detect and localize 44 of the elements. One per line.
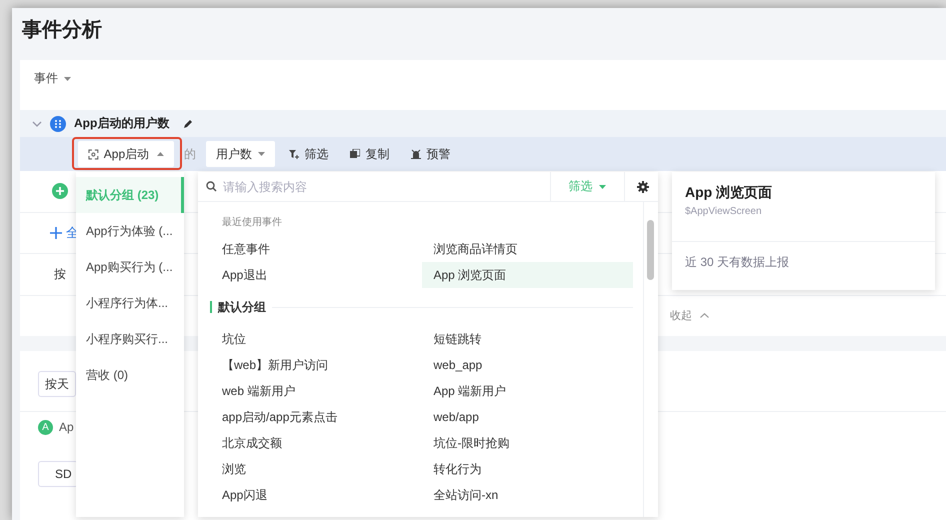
group-by-label: 按 [54,266,66,283]
filter-button[interactable]: 筛选 [281,142,336,166]
tooltip-title: App 浏览页面 [685,184,774,202]
event-item[interactable]: 坑位 [210,326,422,352]
event-item[interactable]: web_app [422,352,633,378]
group-item[interactable]: 小程序行为体... [76,285,184,321]
group-item[interactable]: App购买行为 (... [76,249,184,285]
event-item[interactable]: 浏览 [210,456,422,482]
event-item[interactable]: 【web】新用户访问 [210,352,422,378]
aggregate-dropdown[interactable]: 用户数 [206,141,276,167]
event-item[interactable]: 任意事件 [210,236,422,262]
event-id: $AppViewScreen [685,206,763,217]
event-item[interactable]: 转化行为 [422,456,633,482]
event-item[interactable]: 浏览商品详情页 [422,236,633,262]
event-item[interactable]: app启动/app元素点击 [210,404,422,430]
sdk-button[interactable]: SD [38,461,78,487]
series-badge: A [38,420,53,434]
event-dropdown-button[interactable]: App启动 [78,141,174,167]
section-title: 默认分组 [218,298,266,316]
connector-text: 的 [184,146,196,162]
event-selector[interactable]: 事件 [34,70,72,87]
group-item[interactable]: 营收 (0) [76,357,184,393]
section-label: 最近使用事件 [222,216,283,230]
event-item[interactable]: 短链跳转 [422,326,633,352]
group-item[interactable]: 小程序购买行... [76,321,184,357]
tooltip-note: 近 30 天有数据上报 [684,254,790,271]
event-item[interactable]: App退出 [210,262,422,288]
event-item[interactable]: web 端新用户 [210,378,422,404]
granularity-dropdown[interactable]: 按天 [38,371,76,397]
page-title: 事件分析 [21,18,103,43]
series-name: Ap [59,420,74,434]
copy-button[interactable]: 复制 [342,142,398,166]
metric-name: App启动的用户数 [74,115,170,132]
search-field[interactable]: 请输入搜索内容 [221,178,425,194]
event-item[interactable]: 北京成交额 [210,430,422,456]
alert-button[interactable]: 预警 [403,142,458,166]
event-item[interactable]: App 端新用户 [422,378,633,404]
event-item[interactable]: 全站访问-xn [422,482,633,508]
collapse-link[interactable]: 收起 [670,308,692,324]
event-item[interactable]: 坑位-限时抢购 [422,430,633,456]
event-item[interactable]: web/app [422,404,633,430]
event-item[interactable]: App 浏览页面 [422,262,633,288]
group-item[interactable]: App行为体验 (... [76,213,184,249]
event-item[interactable]: App闪退 [210,482,422,508]
